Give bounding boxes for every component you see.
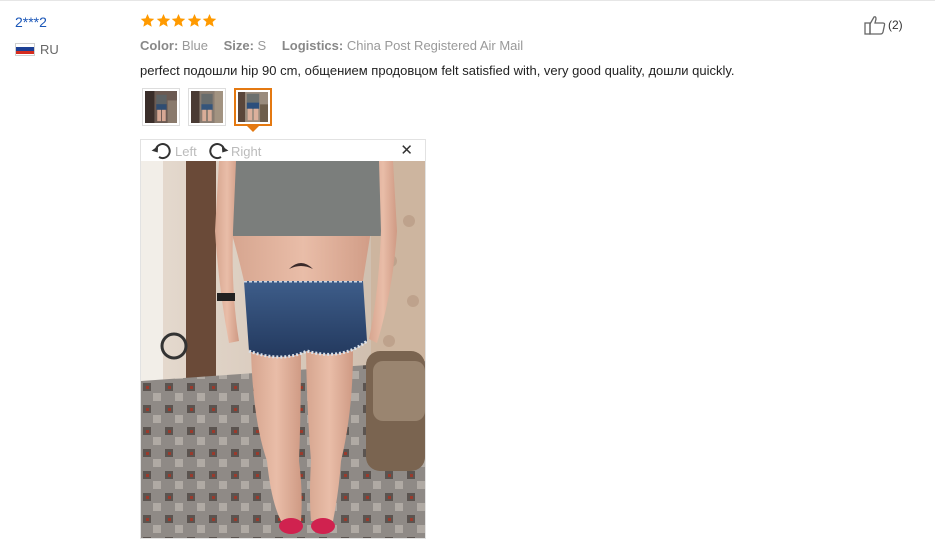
- helpful-button[interactable]: (2): [864, 15, 903, 35]
- logistics-value: China Post Registered Air Mail: [346, 38, 524, 53]
- star-rating: [140, 13, 218, 28]
- rotate-left-label: Left: [175, 143, 197, 159]
- photo-thumbnails: [142, 88, 280, 132]
- rotate-right-icon: [209, 143, 229, 160]
- star-icon: [140, 13, 155, 28]
- review-photo: [141, 161, 425, 538]
- viewer-toolbar: Left Right ✕: [141, 140, 425, 161]
- star-icon: [202, 13, 217, 28]
- divider: [0, 0, 935, 1]
- rotate-right-button[interactable]: Right: [207, 141, 261, 161]
- size-value: S: [257, 38, 267, 53]
- star-icon: [171, 13, 186, 28]
- helpful-count: (2): [888, 18, 903, 32]
- photo-thumbnail-3[interactable]: [234, 88, 272, 132]
- color-value: Blue: [181, 38, 208, 53]
- photo-thumbnail-2[interactable]: [188, 88, 226, 126]
- rotate-left-icon: [151, 143, 171, 160]
- rotate-left-button[interactable]: Left: [151, 141, 197, 161]
- country-code: RU: [40, 41, 59, 57]
- reviewer-country: RU: [15, 41, 59, 57]
- order-info: Color: Blue Size: S Logistics: China Pos…: [140, 38, 535, 53]
- photo-thumbnail-1[interactable]: [142, 88, 180, 126]
- color-label: Color:: [140, 38, 179, 53]
- reviewer-name[interactable]: 2***2: [15, 14, 47, 30]
- photo-viewer: Left Right ✕: [140, 139, 426, 539]
- logistics-label: Logistics:: [281, 38, 344, 53]
- star-icon: [187, 13, 202, 28]
- rotate-right-label: Right: [231, 143, 262, 159]
- close-icon[interactable]: ✕: [400, 143, 413, 159]
- size-label: Size:: [223, 38, 254, 53]
- thumbs-up-icon: [864, 16, 886, 35]
- star-icon: [156, 13, 171, 28]
- active-indicator: [247, 126, 259, 132]
- review-text: perfect подошли hip 90 cm, общением прод…: [140, 63, 735, 78]
- russia-flag-icon: [15, 42, 35, 56]
